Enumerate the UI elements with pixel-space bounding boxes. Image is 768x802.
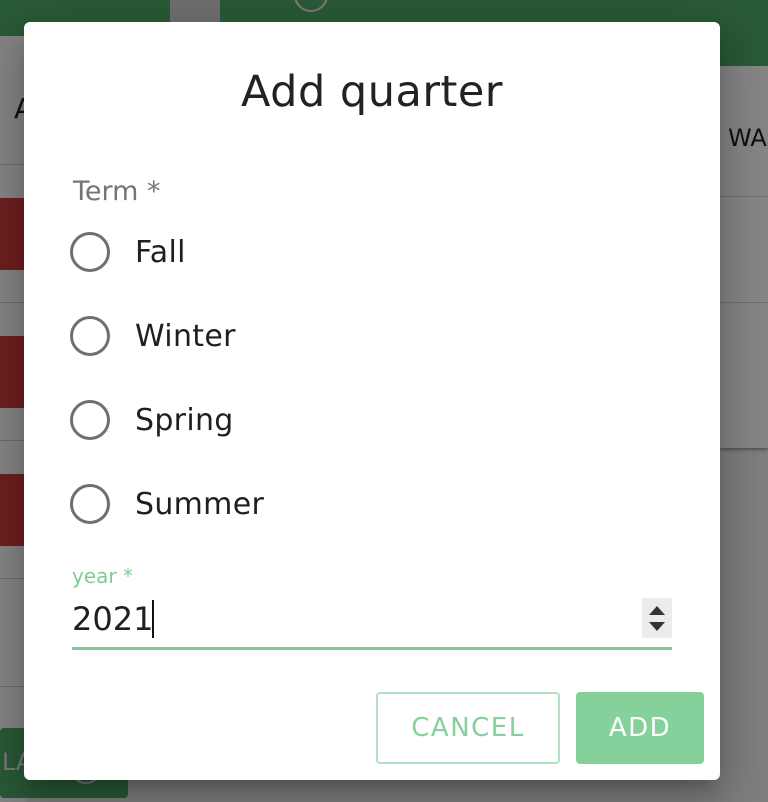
background-divider (0, 578, 26, 579)
term-option-label: Winter (135, 318, 236, 354)
term-option-label: Spring (135, 402, 234, 438)
radio-unchecked-icon[interactable] (70, 232, 110, 272)
year-label: year * (72, 564, 133, 588)
background-divider (0, 686, 26, 687)
background-divider (0, 302, 26, 303)
background-right-text: WA (728, 124, 767, 152)
term-option-spring[interactable]: Spring (70, 390, 370, 450)
term-option-summer[interactable]: Summer (70, 474, 370, 534)
spin-up-icon[interactable] (649, 606, 665, 615)
background-divider (0, 440, 26, 441)
background-red-row (0, 198, 26, 270)
background-divider (0, 164, 26, 165)
background-divider (720, 302, 768, 303)
background-divider (720, 196, 768, 197)
cancel-button[interactable]: CANCEL (376, 692, 560, 764)
term-option-label: Summer (135, 486, 265, 522)
spin-down-icon[interactable] (649, 622, 665, 631)
background-left-column (0, 36, 26, 802)
add-quarter-dialog: Add quarter Term * Fall Winter Spring Su… (24, 22, 720, 780)
radio-unchecked-icon[interactable] (70, 400, 110, 440)
background-red-row (0, 336, 26, 408)
text-caret (152, 600, 154, 638)
term-option-label: Fall (135, 234, 186, 270)
year-field[interactable] (72, 594, 672, 650)
background-red-row (0, 474, 26, 546)
dialog-title: Add quarter (241, 67, 503, 117)
term-option-winter[interactable]: Winter (70, 306, 370, 366)
year-input[interactable] (72, 594, 632, 644)
year-spinner[interactable] (642, 598, 672, 638)
term-label: Term * (73, 176, 161, 207)
radio-unchecked-icon[interactable] (70, 316, 110, 356)
term-option-fall[interactable]: Fall (70, 222, 370, 282)
add-button[interactable]: ADD (576, 692, 704, 764)
radio-unchecked-icon[interactable] (70, 484, 110, 524)
